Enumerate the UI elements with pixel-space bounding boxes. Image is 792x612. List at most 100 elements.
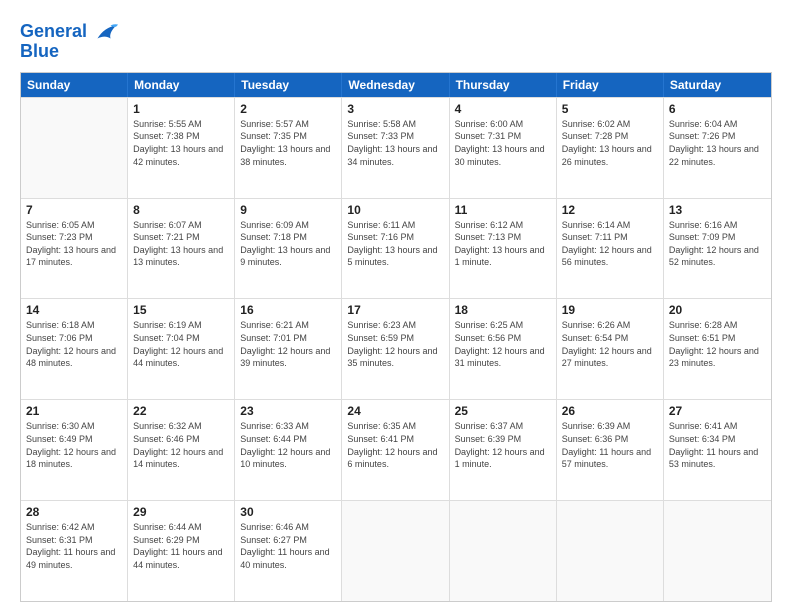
day-number: 11: [455, 203, 551, 217]
day-cell-8: 8 Sunrise: 6:07 AMSunset: 7:21 PMDaylight…: [128, 199, 235, 299]
calendar: SundayMondayTuesdayWednesdayThursdayFrid…: [20, 72, 772, 602]
day-number: 23: [240, 404, 336, 418]
day-number: 24: [347, 404, 443, 418]
day-number: 1: [133, 102, 229, 116]
day-number: 27: [669, 404, 766, 418]
day-number: 29: [133, 505, 229, 519]
calendar-header-row: SundayMondayTuesdayWednesdayThursdayFrid…: [21, 73, 771, 97]
header: General Blue: [20, 18, 772, 62]
day-info: Sunrise: 6:21 AMSunset: 7:01 PMDaylight:…: [240, 319, 336, 369]
day-number: 17: [347, 303, 443, 317]
day-cell-2: 2Sunrise: 5:57 AMSunset: 7:35 PMDaylight…: [235, 98, 342, 198]
day-info: Sunrise: 6:09 AMSunset: 7:18 PMDaylight:…: [240, 219, 336, 269]
day-info: Sunrise: 6:44 AMSunset: 6:29 PMDaylight:…: [133, 521, 229, 571]
day-cell-23: 23 Sunrise: 6:33 AMSunset: 6:44 PMDayligh…: [235, 400, 342, 500]
day-number: 9: [240, 203, 336, 217]
day-header-sunday: Sunday: [21, 73, 128, 97]
day-number: 13: [669, 203, 766, 217]
day-cell-19: 19Sunrise: 6:26 AMSunset: 6:54 PMDayligh…: [557, 299, 664, 399]
day-cell-30: 30 Sunrise: 6:46 AMSunset: 6:27 PMDayligh…: [235, 501, 342, 601]
day-number: 19: [562, 303, 658, 317]
day-cell-20: 20 Sunrise: 6:28 AMSunset: 6:51 PMDayligh…: [664, 299, 771, 399]
day-cell-22: 22Sunrise: 6:32 AMSunset: 6:46 PMDayligh…: [128, 400, 235, 500]
logo-blue-text: Blue: [20, 42, 59, 62]
day-header-tuesday: Tuesday: [235, 73, 342, 97]
day-info: Sunrise: 6:30 AMSunset: 6:49 PMDaylight:…: [26, 420, 122, 470]
day-header-saturday: Saturday: [664, 73, 771, 97]
day-info: Sunrise: 5:57 AMSunset: 7:35 PMDaylight:…: [240, 118, 336, 168]
day-cell-16: 16 Sunrise: 6:21 AMSunset: 7:01 PMDayligh…: [235, 299, 342, 399]
day-header-wednesday: Wednesday: [342, 73, 449, 97]
day-cell-29: 29 Sunrise: 6:44 AMSunset: 6:29 PMDayligh…: [128, 501, 235, 601]
logo-bird-icon: [90, 18, 118, 46]
day-number: 12: [562, 203, 658, 217]
empty-cell: [342, 501, 449, 601]
day-number: 6: [669, 102, 766, 116]
day-info: Sunrise: 6:12 AMSunset: 7:13 PMDaylight:…: [455, 219, 551, 269]
day-number: 21: [26, 404, 122, 418]
empty-cell: [557, 501, 664, 601]
day-info: Sunrise: 6:41 AMSunset: 6:34 PMDaylight:…: [669, 420, 766, 470]
day-number: 8: [133, 203, 229, 217]
day-info: Sunrise: 6:37 AMSunset: 6:39 PMDaylight:…: [455, 420, 551, 470]
week-row-3: 14 Sunrise: 6:18 AMSunset: 7:06 PMDayligh…: [21, 298, 771, 399]
calendar-body: 1 Sunrise: 5:55 AMSunset: 7:38 PMDaylight…: [21, 97, 771, 601]
week-row-2: 7Sunrise: 6:05 AMSunset: 7:23 PMDaylight…: [21, 198, 771, 299]
day-info: Sunrise: 6:19 AMSunset: 7:04 PMDaylight:…: [133, 319, 229, 369]
day-info: Sunrise: 6:07 AMSunset: 7:21 PMDaylight:…: [133, 219, 229, 269]
day-info: Sunrise: 6:00 AMSunset: 7:31 PMDaylight:…: [455, 118, 551, 168]
day-cell-5: 5Sunrise: 6:02 AMSunset: 7:28 PMDaylight…: [557, 98, 664, 198]
day-number: 18: [455, 303, 551, 317]
day-number: 3: [347, 102, 443, 116]
day-number: 4: [455, 102, 551, 116]
day-info: Sunrise: 6:39 AMSunset: 6:36 PMDaylight:…: [562, 420, 658, 470]
day-cell-15: 15 Sunrise: 6:19 AMSunset: 7:04 PMDayligh…: [128, 299, 235, 399]
day-info: Sunrise: 5:55 AMSunset: 7:38 PMDaylight:…: [133, 118, 229, 168]
day-cell-10: 10 Sunrise: 6:11 AMSunset: 7:16 PMDayligh…: [342, 199, 449, 299]
day-number: 7: [26, 203, 122, 217]
day-header-friday: Friday: [557, 73, 664, 97]
day-info: Sunrise: 6:28 AMSunset: 6:51 PMDaylight:…: [669, 319, 766, 369]
day-number: 15: [133, 303, 229, 317]
day-info: Sunrise: 6:16 AMSunset: 7:09 PMDaylight:…: [669, 219, 766, 269]
day-cell-7: 7Sunrise: 6:05 AMSunset: 7:23 PMDaylight…: [21, 199, 128, 299]
empty-cell: [21, 98, 128, 198]
day-header-thursday: Thursday: [450, 73, 557, 97]
day-info: Sunrise: 6:35 AMSunset: 6:41 PMDaylight:…: [347, 420, 443, 470]
day-info: Sunrise: 6:23 AMSunset: 6:59 PMDaylight:…: [347, 319, 443, 369]
empty-cell: [664, 501, 771, 601]
day-cell-4: 4 Sunrise: 6:00 AMSunset: 7:31 PMDaylight…: [450, 98, 557, 198]
day-number: 14: [26, 303, 122, 317]
day-info: Sunrise: 6:32 AMSunset: 6:46 PMDaylight:…: [133, 420, 229, 470]
day-number: 30: [240, 505, 336, 519]
day-info: Sunrise: 6:18 AMSunset: 7:06 PMDaylight:…: [26, 319, 122, 369]
day-cell-13: 13 Sunrise: 6:16 AMSunset: 7:09 PMDayligh…: [664, 199, 771, 299]
day-number: 28: [26, 505, 122, 519]
day-cell-12: 12Sunrise: 6:14 AMSunset: 7:11 PMDayligh…: [557, 199, 664, 299]
day-cell-17: 17 Sunrise: 6:23 AMSunset: 6:59 PMDayligh…: [342, 299, 449, 399]
day-info: Sunrise: 6:11 AMSunset: 7:16 PMDaylight:…: [347, 219, 443, 269]
day-cell-24: 24 Sunrise: 6:35 AMSunset: 6:41 PMDayligh…: [342, 400, 449, 500]
day-number: 26: [562, 404, 658, 418]
day-number: 20: [669, 303, 766, 317]
logo-text: General: [20, 22, 87, 42]
week-row-4: 21 Sunrise: 6:30 AMSunset: 6:49 PMDayligh…: [21, 399, 771, 500]
day-info: Sunrise: 6:25 AMSunset: 6:56 PMDaylight:…: [455, 319, 551, 369]
day-cell-21: 21 Sunrise: 6:30 AMSunset: 6:49 PMDayligh…: [21, 400, 128, 500]
day-cell-3: 3Sunrise: 5:58 AMSunset: 7:33 PMDaylight…: [342, 98, 449, 198]
day-number: 16: [240, 303, 336, 317]
week-row-1: 1 Sunrise: 5:55 AMSunset: 7:38 PMDaylight…: [21, 97, 771, 198]
page: General Blue SundayMondayTuesdayWednesda…: [0, 0, 792, 612]
day-cell-18: 18 Sunrise: 6:25 AMSunset: 6:56 PMDayligh…: [450, 299, 557, 399]
day-cell-11: 11 Sunrise: 6:12 AMSunset: 7:13 PMDayligh…: [450, 199, 557, 299]
day-info: Sunrise: 6:46 AMSunset: 6:27 PMDaylight:…: [240, 521, 336, 571]
day-cell-26: 26 Sunrise: 6:39 AMSunset: 6:36 PMDayligh…: [557, 400, 664, 500]
day-cell-27: 27 Sunrise: 6:41 AMSunset: 6:34 PMDayligh…: [664, 400, 771, 500]
day-info: Sunrise: 6:04 AMSunset: 7:26 PMDaylight:…: [669, 118, 766, 168]
day-number: 5: [562, 102, 658, 116]
day-info: Sunrise: 6:33 AMSunset: 6:44 PMDaylight:…: [240, 420, 336, 470]
empty-cell: [450, 501, 557, 601]
day-header-monday: Monday: [128, 73, 235, 97]
day-number: 10: [347, 203, 443, 217]
day-cell-9: 9 Sunrise: 6:09 AMSunset: 7:18 PMDaylight…: [235, 199, 342, 299]
